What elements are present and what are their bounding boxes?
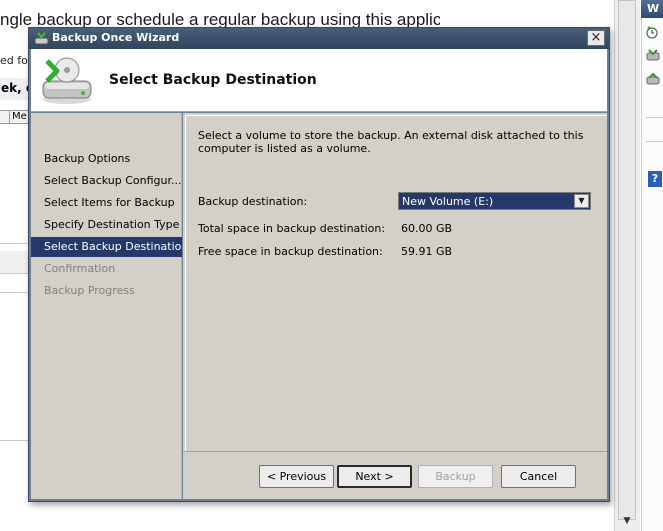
nav-item-backup-options[interactable]: Backup Options	[31, 149, 182, 169]
backup-destination-select[interactable]: New Volume (E:) ▼	[398, 192, 591, 210]
content-frame	[185, 115, 607, 451]
backup-wizard-icon	[34, 32, 49, 45]
wizard-content: Select a volume to store the backup. An …	[183, 113, 607, 499]
actions-separator	[646, 117, 663, 118]
wizard-banner: Select Backup Destination	[31, 49, 607, 112]
nav-item-select-backup-destination[interactable]: Select Backup Destination	[31, 237, 182, 257]
background-divider	[0, 292, 30, 293]
free-space-value: 59.91 GB	[401, 245, 453, 258]
wizard-navigation: Backup Options Select Backup Configur...…	[31, 113, 182, 499]
nav-item-confirmation: Confirmation	[44, 262, 116, 275]
backup-once-wizard-dialog: Backup Once Wizard × Select Backup Desti…	[28, 27, 610, 502]
nav-item-specify-destination-type[interactable]: Specify Destination Type	[31, 215, 182, 235]
next-button[interactable]: Next >	[337, 465, 412, 488]
background-scroll-thumb[interactable]	[618, 0, 636, 520]
nav-item-select-backup-configuration[interactable]: Select Backup Configur...	[31, 171, 182, 191]
backup-button: Backup	[418, 465, 493, 488]
backup-drive-icon	[42, 57, 92, 104]
backup-destination-value: New Volume (E:)	[402, 195, 494, 208]
dialog-title-bar[interactable]: Backup Once Wizard ×	[29, 28, 609, 49]
page-description: Select a volume to store the backup. An …	[198, 129, 584, 155]
background-divider	[0, 243, 30, 244]
background-actions-header: W	[641, 0, 663, 18]
background-divider	[0, 273, 30, 274]
background-divider	[0, 440, 30, 441]
close-button[interactable]: ×	[587, 30, 605, 46]
backup-once-icon[interactable]	[646, 48, 660, 62]
nav-item-backup-progress: Backup Progress	[44, 284, 135, 297]
dialog-title: Backup Once Wizard	[52, 31, 180, 44]
button-row-divider	[183, 451, 607, 452]
cancel-button[interactable]: Cancel	[501, 465, 576, 488]
free-space-label: Free space in backup destination:	[198, 245, 383, 258]
total-space-value: 60.00 GB	[401, 222, 453, 235]
schedule-backup-icon[interactable]	[646, 25, 660, 39]
backup-destination-label: Backup destination:	[198, 195, 308, 208]
recover-icon[interactable]	[646, 72, 660, 86]
previous-button[interactable]: < Previous	[259, 465, 334, 488]
page-title: Select Backup Destination	[109, 72, 317, 88]
total-space-label: Total space in backup destination:	[198, 222, 386, 235]
help-icon[interactable]: ?	[648, 171, 662, 187]
scroll-down-arrow-icon[interactable]: ▼	[619, 513, 635, 529]
background-band	[0, 251, 30, 273]
actions-separator	[646, 141, 663, 142]
nav-item-select-items-for-backup[interactable]: Select Items for Backup	[31, 193, 182, 213]
close-icon: ×	[590, 30, 602, 45]
chevron-down-icon[interactable]: ▼	[574, 194, 589, 208]
